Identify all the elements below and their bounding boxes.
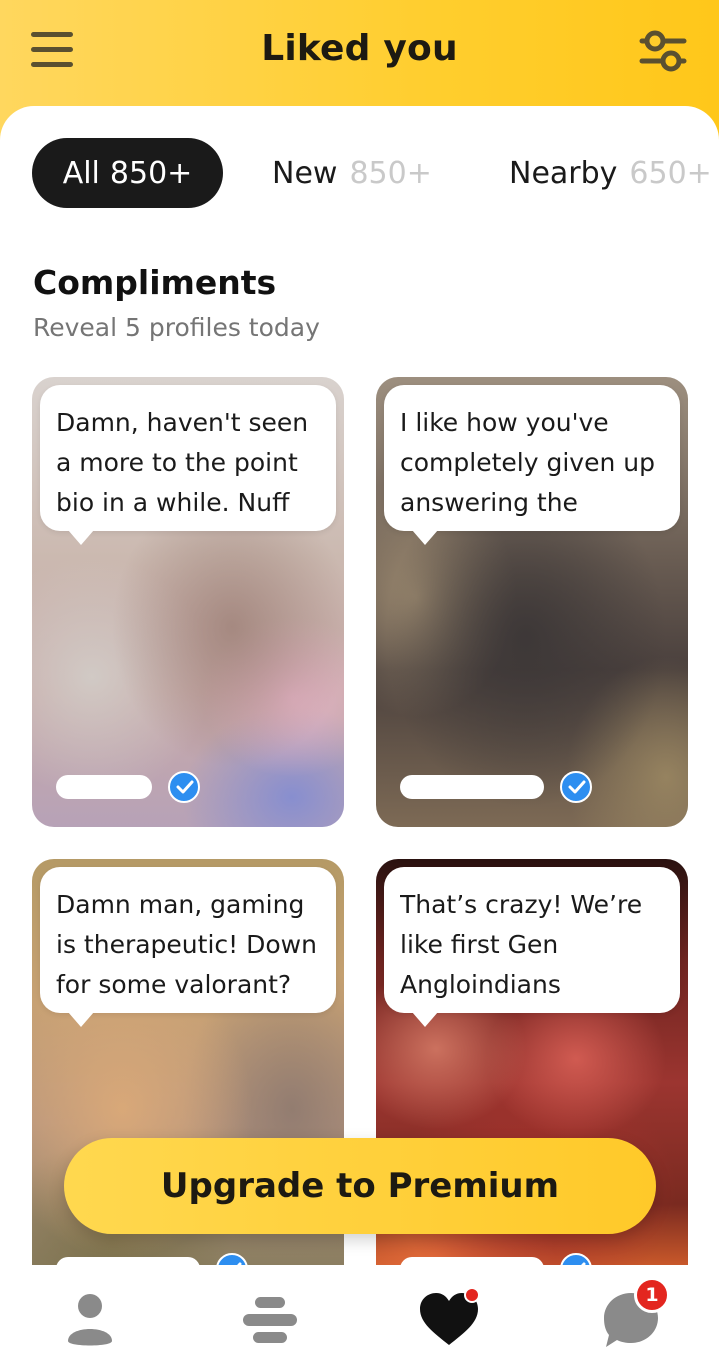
verified-check-icon: [560, 771, 592, 803]
tab-new[interactable]: New 850+: [272, 138, 432, 208]
tab-all[interactable]: All 850+: [32, 138, 223, 208]
tab-nearby-count: 650+: [629, 155, 712, 191]
bottom-nav: [0, 1265, 719, 1371]
profile-icon[interactable]: [55, 1285, 125, 1355]
tab-nearby[interactable]: Nearby 650+: [509, 138, 712, 208]
hidden-name-placeholder: [56, 1257, 200, 1265]
tab-nearby-label: Nearby: [509, 155, 618, 191]
tab-all-count: 850+: [109, 155, 193, 191]
tab-new-label: New: [272, 155, 338, 191]
chat-notification-badge: 1: [634, 1277, 670, 1313]
tab-all-label: All: [62, 155, 100, 191]
compliment-bubble: Damn man, gaming is therapeutic! Down fo…: [40, 867, 336, 1027]
compliment-text: Damn man, gaming is therapeutic! Down fo…: [56, 890, 317, 999]
compliment-bubble: Damn, haven't seen a more to the point b…: [40, 385, 336, 545]
tab-new-count: 850+: [349, 155, 432, 191]
verified-check-icon: [168, 771, 200, 803]
section-subtitle: Reveal 5 profiles today: [33, 313, 320, 342]
compliment-text: Damn, haven't seen a more to the point b…: [56, 408, 309, 517]
compliment-bubble: That’s crazy! We’re like first Gen Anglo…: [384, 867, 680, 1027]
compliment-card[interactable]: I like how you've completely given up an…: [376, 377, 688, 827]
compliment-card[interactable]: Damn, haven't seen a more to the point b…: [32, 377, 344, 827]
filter-icon[interactable]: [638, 28, 688, 74]
hidden-name-placeholder: [56, 775, 152, 799]
liked-you-heart-icon[interactable]: [414, 1285, 484, 1355]
page-title: Liked you: [261, 28, 458, 69]
hidden-name-placeholder: [400, 775, 544, 799]
compliment-bubble: I like how you've completely given up an…: [384, 385, 680, 545]
section-title: Compliments: [33, 263, 277, 302]
hidden-name-placeholder: [400, 1257, 544, 1265]
upgrade-premium-button[interactable]: Upgrade to Premium: [64, 1138, 656, 1234]
compliment-text: That’s crazy! We’re like first Gen Anglo…: [400, 890, 643, 999]
compliment-text: I like how you've completely given up an…: [400, 408, 655, 517]
discover-stack-icon[interactable]: [235, 1285, 305, 1355]
